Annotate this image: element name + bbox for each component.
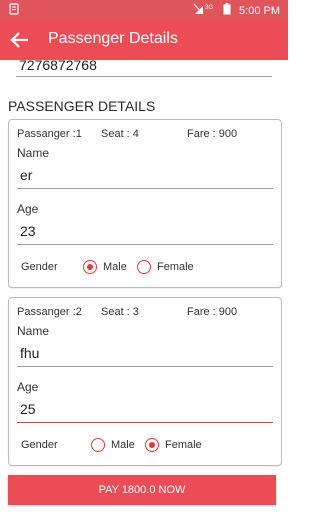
back-arrow-icon[interactable] xyxy=(10,30,30,50)
name-input[interactable]: fhu xyxy=(17,344,273,367)
name-value: er xyxy=(20,167,33,183)
age-label: Age xyxy=(17,380,39,394)
page-title: Passenger Details xyxy=(48,30,178,47)
fare-amount: Fare : 900 xyxy=(187,128,238,140)
phone-field[interactable]: 7276872768 xyxy=(16,56,272,77)
passenger-card: Passanger :2 Seat : 3 Fare : 900 Name fh… xyxy=(8,297,282,466)
app-bar: Passenger Details xyxy=(0,20,288,60)
age-label: Age xyxy=(17,202,39,216)
male-radio[interactable] xyxy=(91,438,105,452)
male-radio[interactable] xyxy=(83,260,97,274)
gender-selector: Gender Male Female xyxy=(17,258,273,278)
male-label[interactable]: Male xyxy=(111,439,135,451)
female-radio[interactable] xyxy=(145,438,159,452)
battery-icon xyxy=(223,3,231,18)
age-input[interactable]: 25 xyxy=(17,400,273,423)
fare-amount: Fare : 900 xyxy=(187,306,238,318)
female-radio[interactable] xyxy=(137,260,151,274)
age-value: 23 xyxy=(20,223,36,239)
gender-label: Gender xyxy=(21,439,58,451)
male-label[interactable]: Male xyxy=(103,261,127,273)
age-input[interactable]: 23 xyxy=(17,222,273,245)
notification-icon xyxy=(8,3,20,18)
status-bar: 3G 5:00 PM xyxy=(0,0,288,20)
gender-selector: Gender Male Female xyxy=(17,436,273,456)
phone-value: 7276872768 xyxy=(19,57,97,73)
age-value: 25 xyxy=(20,401,36,417)
passenger-number: Passanger :1 xyxy=(17,128,82,140)
signal-icon: 3G xyxy=(193,3,215,18)
female-label[interactable]: Female xyxy=(157,261,194,273)
passenger-number: Passanger :2 xyxy=(17,306,82,318)
name-label: Name xyxy=(17,146,50,160)
pay-button[interactable]: PAY 1800.0 NOW xyxy=(8,475,276,505)
section-title: PASSENGER DETAILS xyxy=(8,98,156,114)
name-value: fhu xyxy=(20,345,40,361)
female-label[interactable]: Female xyxy=(165,439,202,451)
name-input[interactable]: er xyxy=(17,166,273,189)
network-label: 3G xyxy=(205,5,213,11)
seat-number: Seat : 4 xyxy=(101,128,139,140)
status-time: 5:00 PM xyxy=(239,4,280,17)
seat-number: Seat : 3 xyxy=(101,306,139,318)
gender-label: Gender xyxy=(21,261,58,273)
passenger-card: Passanger :1 Seat : 4 Fare : 900 Name er… xyxy=(8,119,282,288)
name-label: Name xyxy=(17,324,50,338)
